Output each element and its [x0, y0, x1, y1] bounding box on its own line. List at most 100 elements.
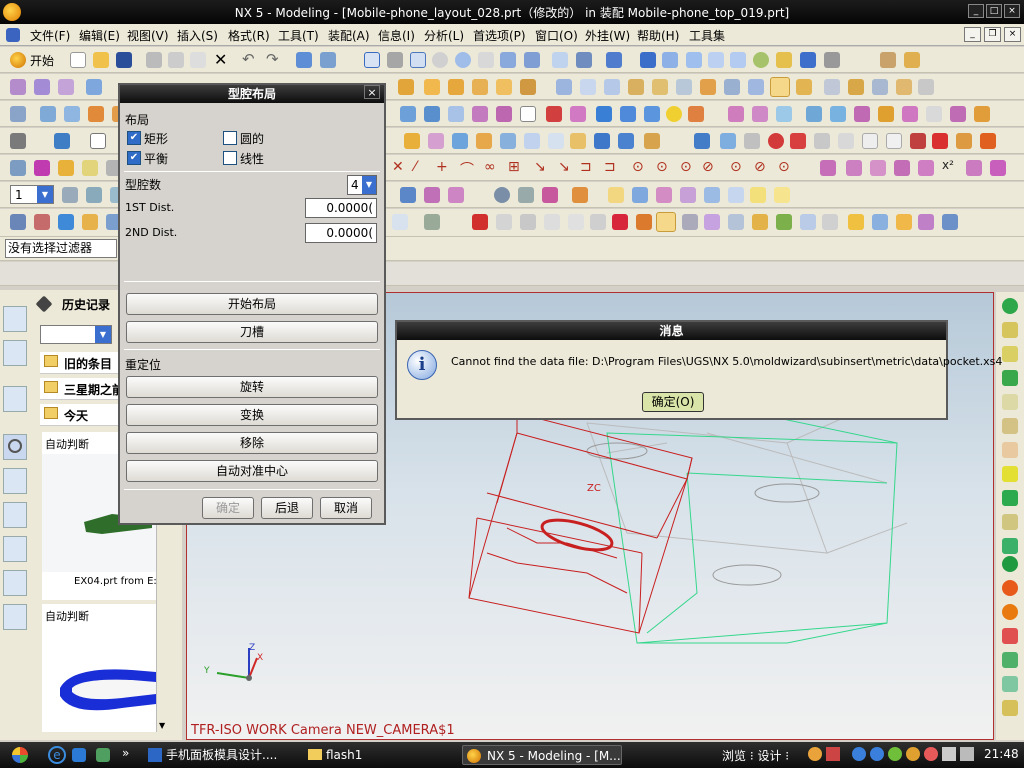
quick-launch-2-icon[interactable] — [96, 748, 110, 762]
right-tool-7-icon[interactable] — [1002, 442, 1018, 458]
layer-select[interactable]: 1 ▼ — [10, 185, 54, 204]
toolbar-7-15-icon[interactable] — [636, 214, 652, 230]
toolbar-4-12-icon[interactable] — [594, 133, 610, 149]
rotate-view-icon[interactable] — [455, 52, 471, 68]
linear-checkbox[interactable] — [223, 151, 237, 165]
mold-tool-18-icon[interactable] — [824, 79, 840, 95]
right-tool-16-icon[interactable] — [1002, 652, 1018, 668]
toolbar-6-17-icon[interactable] — [750, 187, 766, 203]
app-menu-icon[interactable] — [6, 28, 20, 42]
render-sphere-icon[interactable] — [753, 52, 769, 68]
toolbar-5-12-icon[interactable] — [966, 160, 982, 176]
mold-tool-22-icon[interactable] — [918, 79, 934, 95]
mold-tool-13-icon[interactable] — [700, 79, 716, 95]
right-tool-11-icon[interactable] — [1002, 538, 1018, 554]
tray-icon-6[interactable] — [906, 747, 920, 761]
toolbar-5-4-icon[interactable] — [82, 160, 98, 176]
history-tab[interactable] — [3, 434, 27, 460]
tray-icon-1[interactable] — [808, 747, 822, 761]
mold-tool-16-icon[interactable] — [770, 77, 790, 97]
snap-view-icon[interactable] — [576, 52, 592, 68]
solid-3-icon[interactable] — [644, 106, 660, 122]
toolbar-7-6-icon[interactable] — [392, 214, 408, 230]
start-orb-icon[interactable] — [12, 747, 28, 763]
right-tool-13-icon[interactable] — [1002, 580, 1018, 596]
sketch-4-icon[interactable] — [472, 106, 488, 122]
toolbar-6-10-icon[interactable] — [572, 187, 588, 203]
toolbar-4-24-icon[interactable] — [910, 133, 926, 149]
mold-tool-11-icon[interactable] — [652, 79, 668, 95]
toolbar-7-16-icon[interactable] — [656, 212, 676, 232]
toolbar-6-16-icon[interactable] — [728, 187, 744, 203]
task-item-nx[interactable]: NX 5 - Modeling - [M... — [462, 745, 622, 765]
second-distance-input[interactable]: 0.0000( — [305, 223, 377, 243]
right-tool-10-icon[interactable] — [1002, 514, 1018, 530]
toolbar-4-26-icon[interactable] — [956, 133, 972, 149]
maximize-button[interactable]: □ — [986, 4, 1002, 18]
doc-minimize-button[interactable]: _ — [964, 27, 981, 42]
save-icon[interactable] — [116, 52, 132, 68]
tray-icon-4[interactable] — [870, 747, 884, 761]
toolbar-7-9-icon[interactable] — [496, 214, 512, 230]
copy-icon[interactable] — [168, 52, 184, 68]
back-button[interactable]: 后退 — [261, 497, 313, 519]
part-navigator-tab[interactable] — [3, 386, 27, 412]
menu-toolset[interactable]: 工具集 — [689, 27, 725, 44]
insert-pocket-button[interactable]: 刀槽 — [126, 321, 378, 343]
chevron-down-icon[interactable]: ▼ — [95, 326, 111, 343]
toolbar-5-8-icon[interactable] — [870, 160, 886, 176]
message-ok-button[interactable]: 确定(O) — [642, 392, 704, 412]
toolbar-4-5-icon[interactable] — [428, 133, 444, 149]
task-item-doc[interactable]: 手机面板模具设计.... — [146, 745, 296, 765]
menu-view[interactable]: 视图(V) — [127, 27, 169, 44]
network-icon[interactable] — [942, 747, 956, 761]
surface-11-icon[interactable] — [974, 106, 990, 122]
auto-center-button[interactable]: 自动对准中心 — [126, 460, 378, 482]
tray-icon-3[interactable] — [852, 747, 866, 761]
toolbar-6-15-icon[interactable] — [704, 187, 720, 203]
orient-icon[interactable] — [552, 52, 568, 68]
menu-format[interactable]: 格式(R) — [228, 27, 270, 44]
rotate-button[interactable]: 旋转 — [126, 376, 378, 398]
part-nav-2-icon[interactable] — [64, 106, 80, 122]
toolbar-4-8-icon[interactable] — [500, 133, 516, 149]
toolbar-6-1-icon[interactable] — [62, 187, 78, 203]
toolbar-6-18-icon[interactable] — [774, 187, 790, 203]
new-file-icon[interactable] — [70, 52, 86, 68]
mold-tool-10-icon[interactable] — [628, 79, 644, 95]
curve-13-icon[interactable]: ⊙ — [680, 159, 692, 175]
toolbar-6-13-icon[interactable] — [656, 187, 672, 203]
toolbar-4-20-icon[interactable] — [814, 133, 830, 149]
curve-5-icon[interactable]: ∞ — [484, 159, 496, 175]
surface-8-icon[interactable] — [902, 106, 918, 122]
snap-mid-icon[interactable] — [58, 79, 74, 95]
task-item-folder[interactable]: flash1 — [306, 745, 446, 765]
constraint-navigator-tab[interactable] — [3, 340, 27, 366]
toolbar-7-1-icon[interactable] — [10, 214, 26, 230]
toolbar-6-5-icon[interactable] — [424, 187, 440, 203]
toolbar-4-2-icon[interactable] — [54, 133, 70, 149]
system-materials-tab[interactable] — [3, 536, 27, 562]
tray-icon-7[interactable] — [924, 747, 938, 761]
ie-icon[interactable]: e — [48, 746, 66, 764]
toolbar-4-27-icon[interactable] — [980, 133, 996, 149]
close-window-button[interactable]: × — [1004, 4, 1020, 18]
web-browser-tab[interactable] — [3, 570, 27, 596]
doc-close-button[interactable]: × — [1004, 27, 1021, 42]
toolbar-4-9-icon[interactable] — [524, 133, 540, 149]
assembly-navigator-tab[interactable] — [3, 306, 27, 332]
toolbar-7-10-icon[interactable] — [520, 214, 536, 230]
surface-10-icon[interactable] — [950, 106, 966, 122]
menu-plugins[interactable]: 外挂(W) — [585, 27, 630, 44]
toolbar-5-3-icon[interactable] — [58, 160, 74, 176]
wireframe-icon[interactable] — [662, 52, 678, 68]
toolbar-7-25-icon[interactable] — [872, 214, 888, 230]
curve-11-icon[interactable]: ⊙ — [632, 159, 644, 175]
mold-tool-14-icon[interactable] — [724, 79, 740, 95]
balanced-checkbox[interactable] — [127, 151, 141, 165]
command-finder-icon[interactable] — [296, 52, 312, 68]
remove-button[interactable]: 移除 — [126, 432, 378, 454]
toolbar-7-22-icon[interactable] — [800, 214, 816, 230]
toolbar-4-25-icon[interactable] — [932, 133, 948, 149]
right-tool-6-icon[interactable] — [1002, 418, 1018, 434]
